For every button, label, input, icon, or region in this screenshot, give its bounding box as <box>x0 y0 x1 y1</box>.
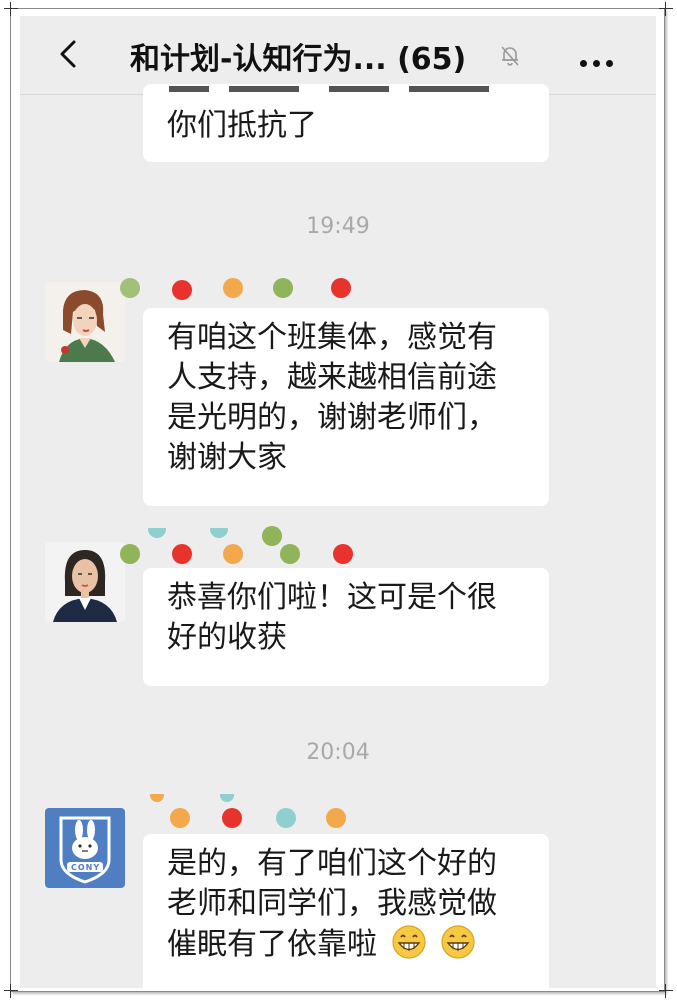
bunny-icon <box>59 816 111 884</box>
polka-dot-decoration <box>110 272 360 306</box>
frame-corner-mark <box>659 984 673 998</box>
grin-emoji <box>391 925 426 959</box>
avatar-badge-text: CONY <box>71 863 101 872</box>
message-bubble: 恭喜你们啦！这可是个很 好的收获 <box>143 568 549 686</box>
frame-corner-mark <box>4 2 18 16</box>
cut-off-text-remnant <box>169 84 499 94</box>
message-text-line: 是光明的，谢谢老师们， <box>167 400 497 435</box>
message-text-line: 催眠有了依靠啦 <box>167 924 525 965</box>
message-text-line: 有咱这个班集体，感觉有 <box>167 320 497 355</box>
message-bubble: 是的，有了咱们这个好的 老师和同学们，我感觉做 催眠有了依靠啦 <box>143 834 549 988</box>
timestamp: 19:49 <box>306 214 370 239</box>
avatar-bunny[interactable]: CONY <box>45 808 125 888</box>
message-bubble: 你们抵抗了 <box>143 84 549 162</box>
timestamp: 20:04 <box>306 740 370 765</box>
message-text-line: 老师和同学们，我感觉做 <box>167 886 497 921</box>
frame-corner-mark <box>659 2 673 16</box>
chevron-left-icon[interactable] <box>50 36 86 72</box>
chat-screen: 和计划-认知行为... (65) 你们抵抗了 19:49 有咱这个班集体，感觉有… <box>20 16 656 988</box>
message-text-line: 是的，有了咱们这个好的 <box>167 846 497 881</box>
message-text-line: 恭喜你们啦！这可是个很 <box>167 580 497 615</box>
message-bubble: 有咱这个班集体，感觉有 人支持，越来越相信前途 是光明的，谢谢老师们， 谢谢大家 <box>143 308 549 506</box>
grin-emoji <box>441 925 475 959</box>
message-text-line: 谢谢大家 <box>167 440 287 475</box>
message-text-line: 好的收获 <box>167 620 287 655</box>
message-text-line: 人支持，越来越相信前途 <box>167 360 497 395</box>
polka-dot-decoration <box>120 792 360 828</box>
polka-dot-decoration <box>90 526 370 564</box>
frame-corner-mark <box>4 984 18 998</box>
message-text-segment: 催眠有了依靠啦 <box>167 927 377 962</box>
chat-title: 和计划-认知行为... (65) <box>130 42 467 77</box>
more-dots-icon[interactable] <box>580 52 619 71</box>
message-text-line: 你们抵抗了 <box>167 108 317 143</box>
bell-slash-icon <box>501 46 519 66</box>
